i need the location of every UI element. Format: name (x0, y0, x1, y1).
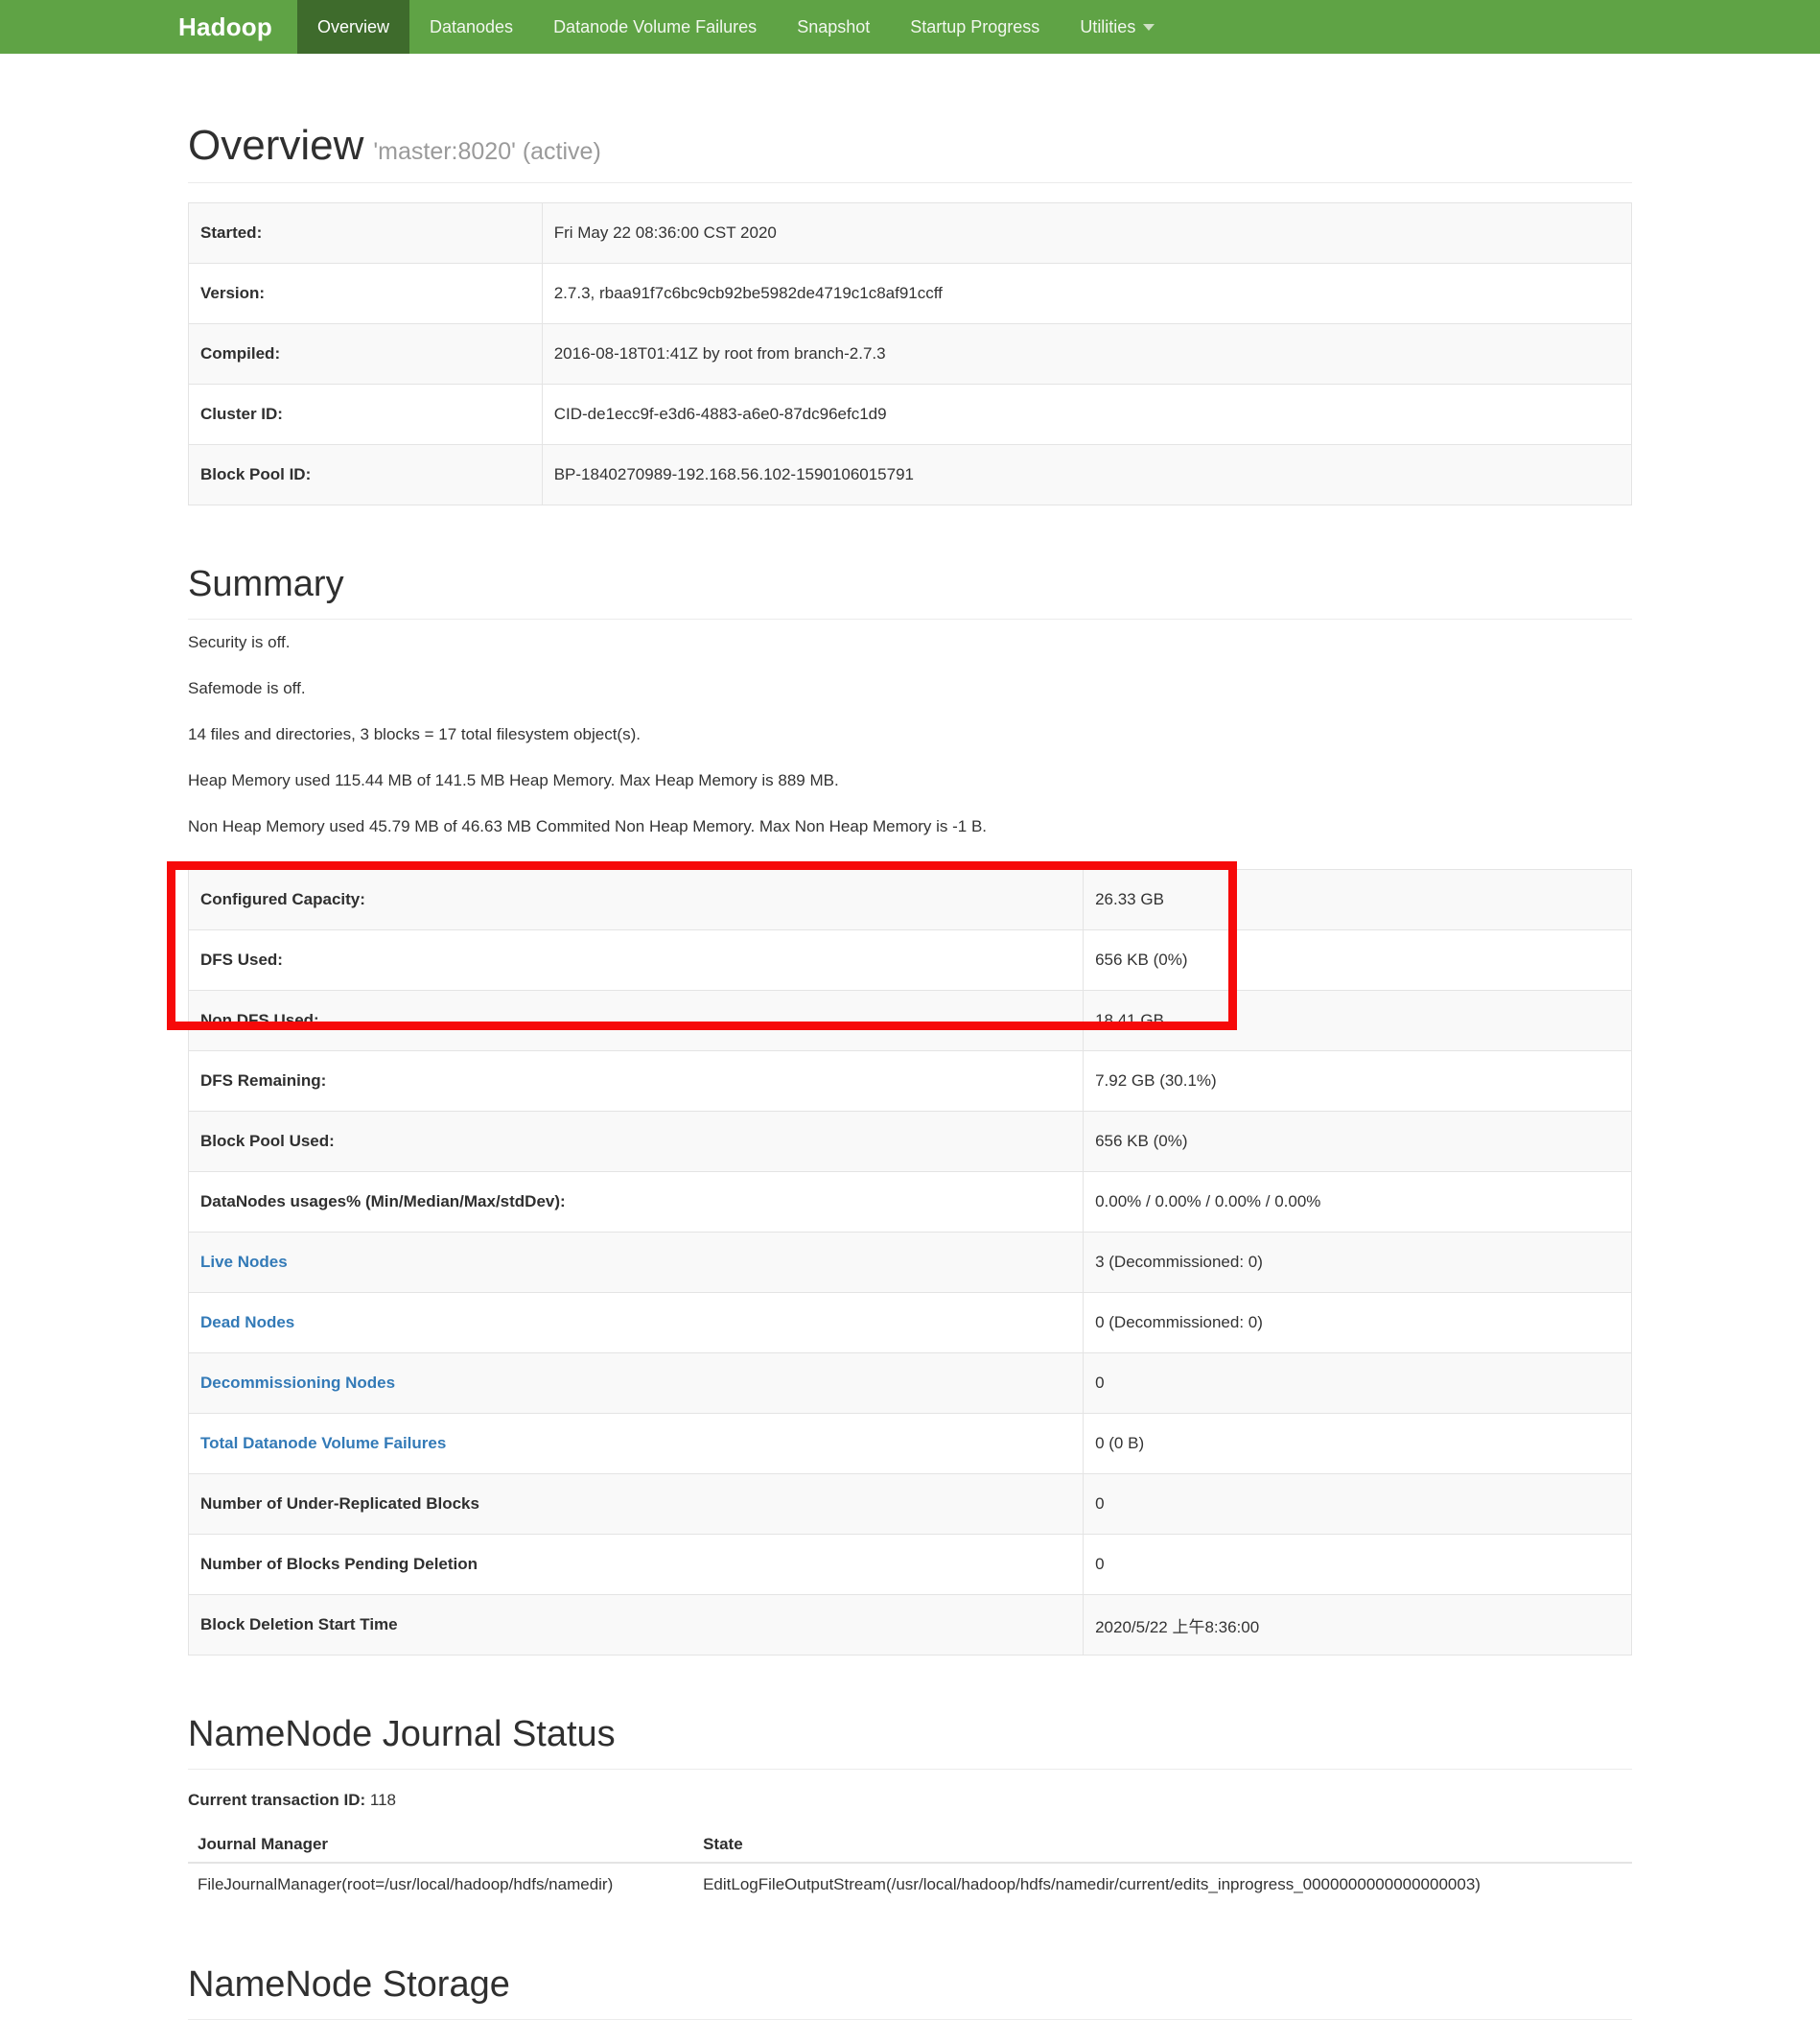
page-title: Overview 'master:8020' (active) (188, 122, 1632, 169)
summary-line-heap-memory: Heap Memory used 115.44 MB of 141.5 MB H… (188, 771, 839, 790)
table-row: Compiled: 2016-08-18T01:41Z by root from… (188, 323, 1633, 386)
summary-key-dfs-remaining: DFS Remaining: (187, 1050, 1085, 1113)
top-navbar: Hadoop Overview Datanodes Datanode Volum… (0, 0, 1820, 54)
summary-value-under-replicated-blocks: 0 (1083, 1473, 1632, 1536)
summary-value-non-dfs-used: 18.41 GB (1083, 990, 1632, 1052)
summary-key-non-dfs-used: Non DFS Used: (187, 990, 1085, 1052)
journal-divider (188, 1768, 1632, 1770)
summary-value-blocks-pending-deletion: 0 (1083, 1534, 1632, 1596)
table-row: Decommissioning Nodes 0 (187, 1352, 1632, 1415)
table-row: Block Deletion Start Time 2020/5/22 上午8:… (187, 1594, 1632, 1656)
summary-key-configured-capacity: Configured Capacity: (187, 869, 1085, 931)
table-row: DFS Remaining: 7.92 GB (30.1%) (187, 1050, 1632, 1113)
journal-manager-value: FileJournalManager(root=/usr/local/hadoo… (198, 1874, 614, 1893)
summary-key-blocks-pending-deletion: Number of Blocks Pending Deletion (187, 1534, 1085, 1596)
current-transaction-id-value: 118 (369, 1790, 396, 1809)
current-transaction-id: Current transaction ID: 118 (188, 1791, 1632, 1810)
page-container: Overview 'master:8020' (active) Started: … (0, 122, 1820, 2020)
current-transaction-id-label: Current transaction ID: (188, 1790, 366, 1809)
chevron-down-icon (1143, 23, 1155, 31)
summary-value-live-nodes: 3 (Decommissioned: 0) (1083, 1232, 1632, 1294)
decommissioning-nodes-link[interactable]: Decommissioning Nodes (200, 1374, 395, 1392)
table-row: Total Datanode Volume Failures 0 (0 B) (187, 1413, 1632, 1475)
summary-value-block-deletion-start-time: 2020/5/22 上午8:36:00 (1083, 1594, 1632, 1656)
cluster-info-value: CID-de1ecc9f-e3d6-4883-a6e0-87dc96efc1d9 (541, 384, 1633, 446)
table-row: Block Pool Used: 656 KB (0%) (187, 1111, 1632, 1173)
table-row: Number of Blocks Pending Deletion 0 (187, 1534, 1632, 1596)
page-title-divider (188, 182, 1632, 184)
table-row: Version: 2.7.3, rbaa91f7c6bc9cb92be5982d… (188, 263, 1633, 325)
summary-value-datanodes-usages: 0.00% / 0.00% / 0.00% / 0.00% (1083, 1171, 1632, 1233)
page-title-subtitle: 'master:8020' (active) (373, 138, 601, 165)
summary-value-configured-capacity: 26.33 GB (1083, 869, 1632, 931)
live-nodes-link[interactable]: Live Nodes (200, 1253, 288, 1271)
journal-column-state: State (693, 1826, 1632, 1864)
summary-line-non-heap-memory: Non Heap Memory used 45.79 MB of 46.63 M… (188, 817, 988, 836)
table-row: Started: Fri May 22 08:36:00 CST 2020 (188, 202, 1633, 265)
summary-key-block-pool-used: Block Pool Used: (187, 1111, 1085, 1173)
cluster-info-value: 2.7.3, rbaa91f7c6bc9cb92be5982de4719c1c8… (541, 263, 1633, 325)
table-row: DFS Used: 656 KB (0%) (187, 929, 1632, 992)
table-row: Block Pool ID: BP-1840270989-192.168.56.… (188, 444, 1633, 506)
total-datanode-volume-failures-link[interactable]: Total Datanode Volume Failures (200, 1434, 446, 1452)
journal-table-header-row: Journal Manager State (188, 1826, 1632, 1864)
summary-value-total-datanode-volume-failures: 0 (0 B) (1083, 1413, 1632, 1475)
summary-key-under-replicated-blocks: Number of Under-Replicated Blocks (187, 1473, 1085, 1536)
nav-item-utilities[interactable]: Utilities (1060, 0, 1175, 54)
summary-key-decommissioning-nodes[interactable]: Decommissioning Nodes (187, 1352, 1085, 1415)
summary-value-block-pool-used: 656 KB (0%) (1083, 1111, 1632, 1173)
summary-value-dfs-remaining: 7.92 GB (30.1%) (1083, 1050, 1632, 1113)
summary-value-dead-nodes: 0 (Decommissioned: 0) (1083, 1292, 1632, 1354)
summary-value-decommissioning-nodes: 0 (1083, 1352, 1632, 1415)
summary-text-block: Security is off. Safemode is off. 14 fil… (188, 620, 1632, 850)
summary-table: Configured Capacity: 26.33 GB DFS Used: … (187, 869, 1632, 1656)
table-row: Configured Capacity: 26.33 GB (187, 869, 1632, 931)
summary-line-safemode: Safemode is off. (188, 679, 306, 698)
cluster-info-value: 2016-08-18T01:41Z by root from branch-2.… (541, 323, 1633, 386)
cluster-info-key: Block Pool ID: (188, 444, 543, 506)
storage-heading: NameNode Storage (188, 1963, 510, 2005)
cluster-info-key: Started: (188, 202, 543, 265)
nav-item-utilities-label: Utilities (1080, 16, 1136, 36)
table-row: Dead Nodes 0 (Decommissioned: 0) (187, 1292, 1632, 1354)
summary-line-filesystem-objects: 14 files and directories, 3 blocks = 17 … (188, 725, 641, 744)
summary-key-live-nodes[interactable]: Live Nodes (187, 1232, 1085, 1294)
table-row: Live Nodes 3 (Decommissioned: 0) (187, 1232, 1632, 1294)
nav-item-snapshot[interactable]: Snapshot (777, 0, 890, 54)
summary-key-total-datanode-volume-failures[interactable]: Total Datanode Volume Failures (187, 1413, 1085, 1475)
journal-table: Journal Manager State FileJournalManager… (188, 1826, 1632, 1906)
dead-nodes-link[interactable]: Dead Nodes (200, 1313, 294, 1331)
summary-key-dfs-used: DFS Used: (187, 929, 1085, 992)
nav-item-startup-progress[interactable]: Startup Progress (890, 0, 1060, 54)
page-title-text: Overview (188, 122, 364, 169)
journal-heading: NameNode Journal Status (188, 1714, 616, 1755)
cluster-info-value: BP-1840270989-192.168.56.102-15901060157… (541, 444, 1633, 506)
table-row: DataNodes usages% (Min/Median/Max/stdDev… (187, 1171, 1632, 1233)
nav-item-overview[interactable]: Overview (296, 0, 409, 54)
hadoop-brand-link[interactable]: Hadoop (153, 0, 297, 54)
nav-item-datanodes[interactable]: Datanodes (409, 0, 533, 54)
table-row: Number of Under-Replicated Blocks 0 (187, 1473, 1632, 1536)
summary-key-datanodes-usages: DataNodes usages% (Min/Median/Max/stdDev… (187, 1171, 1085, 1233)
table-row: Non DFS Used: 18.41 GB (187, 990, 1632, 1052)
journal-state-value: EditLogFileOutputStream(/usr/local/hadoo… (703, 1874, 1481, 1893)
summary-value-dfs-used: 656 KB (0%) (1083, 929, 1632, 992)
cluster-info-table: Started: Fri May 22 08:36:00 CST 2020 Ve… (188, 202, 1633, 506)
summary-heading: Summary (188, 564, 344, 605)
table-row: Cluster ID: CID-de1ecc9f-e3d6-4883-a6e0-… (188, 384, 1633, 446)
nav-item-datanode-volume-failures[interactable]: Datanode Volume Failures (533, 0, 777, 54)
cluster-info-key: Compiled: (188, 323, 543, 386)
journal-column-manager: Journal Manager (188, 1826, 694, 1864)
summary-line-security: Security is off. (188, 633, 291, 652)
cluster-info-key: Version: (188, 263, 543, 325)
cluster-info-key: Cluster ID: (188, 384, 543, 446)
summary-key-dead-nodes[interactable]: Dead Nodes (187, 1292, 1085, 1354)
table-row: FileJournalManager(root=/usr/local/hadoo… (188, 1863, 1632, 1906)
summary-key-block-deletion-start-time: Block Deletion Start Time (187, 1594, 1085, 1656)
cluster-info-value: Fri May 22 08:36:00 CST 2020 (541, 202, 1633, 265)
